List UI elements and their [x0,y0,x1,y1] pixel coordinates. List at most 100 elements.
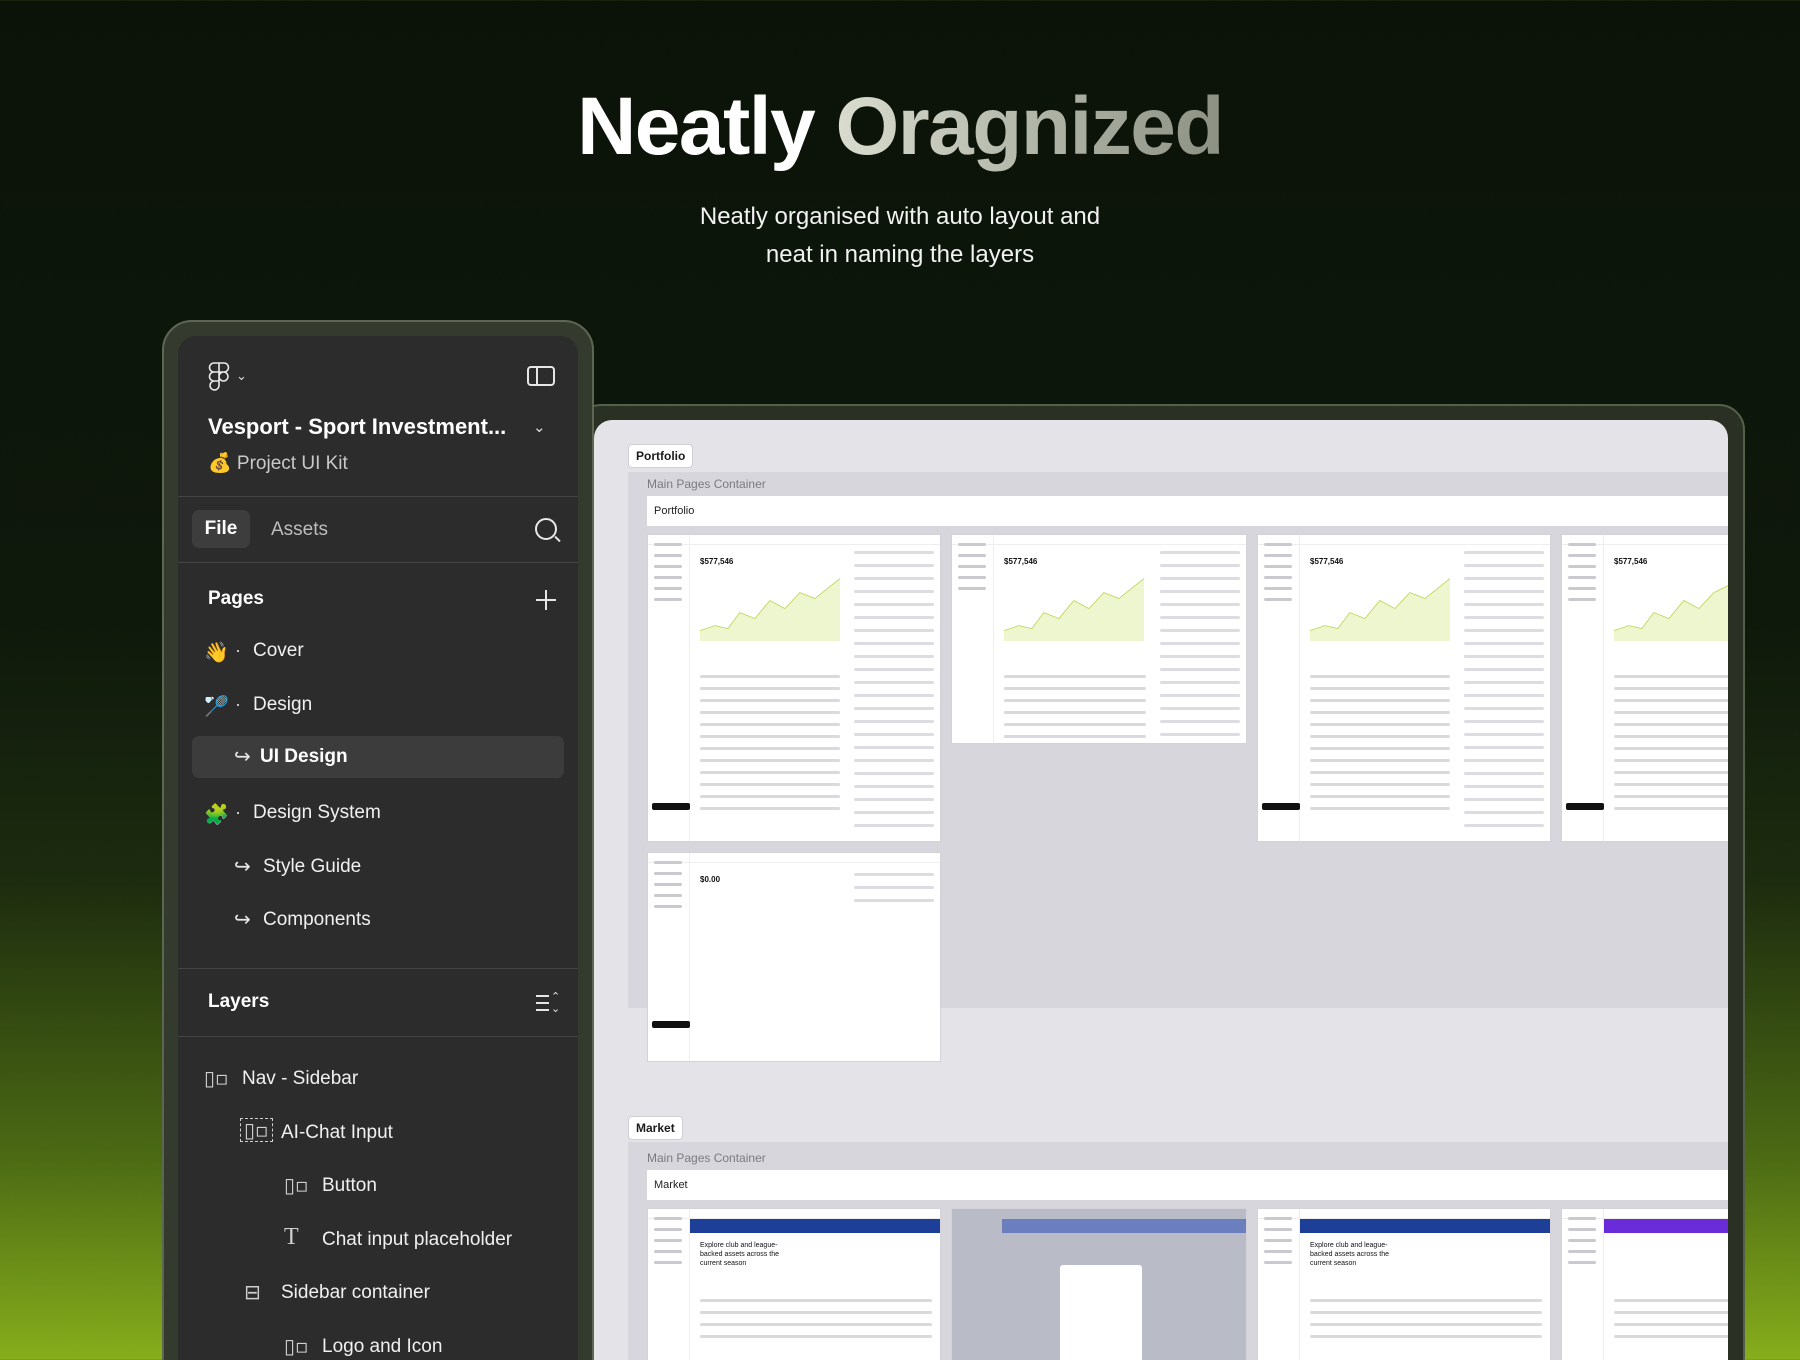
tab-file[interactable]: File [192,510,250,548]
screen-thumb-market-1[interactable]: Explore club and league-backed assets ac… [647,1208,941,1360]
thumb-topbar [648,1209,940,1219]
collapse-layers-icon[interactable]: ⌃ ⌄ [536,991,560,1015]
page-item-ui-design[interactable]: ↪ UI Design [192,736,564,778]
thumb-right-panel [1160,551,1240,743]
thumb-topbar [1258,1209,1550,1219]
thumb-chart [1004,578,1144,641]
thumb-table [700,675,840,819]
section-tag-market[interactable]: Market [628,1116,683,1140]
page-dot: · [235,802,241,822]
screen-thumb-portfolio-empty[interactable]: $0.00 [647,852,941,1062]
layer-item-button[interactable]: ▯▫ Button [178,1165,578,1209]
thumb-hero-text: Explore club and league-backed assets ac… [1310,1242,1389,1267]
thumb-sidebar [648,535,690,841]
screen-thumb-portfolio-3[interactable]: $577,546 [1257,534,1551,842]
layers-heading: Layers [208,991,270,1012]
search-icon[interactable] [535,518,557,540]
divider [178,562,578,563]
figma-sidebar-panel: ⌄ Vesport - Sport Investment... ⌄ 💰 Proj… [178,336,578,1360]
auto-layout-horizontal-icon: ▯▫ [284,1173,309,1197]
page-label: Design System [253,802,381,823]
thumb-accent-bar [1300,1219,1550,1233]
project-subtitle: 💰 Project UI Kit [208,453,348,474]
thumb-hero-text: Explore club and league-backed assets ac… [700,1242,779,1267]
thumb-right-panel [854,873,934,912]
text-icon: T [284,1224,299,1250]
layer-item-logo-and-icon[interactable]: ▯▫ Logo and Icon [178,1326,578,1360]
subpage-arrow-icon: ↪ [234,856,251,878]
screen-thumb-market-3[interactable] [1561,1208,1728,1360]
page-label: Design [253,694,313,715]
layer-item-sidebar-container[interactable]: ⊟ Sidebar container [178,1272,578,1316]
thumb-accent-bar [1604,1219,1728,1233]
chevron-down-icon[interactable]: ⌄ [236,368,247,384]
screen-thumb-portfolio-2[interactable]: $577,546 [951,534,1247,744]
page-item-cover[interactable]: 👋 · Cover [178,630,578,674]
hero-subtitle: Neatly organised with auto layout and ne… [0,198,1800,274]
thumb-accent-bar [1002,1219,1246,1233]
page-item-components[interactable]: ↪ Components [178,899,578,943]
page-dot: · [235,640,241,660]
project-title[interactable]: Vesport - Sport Investment... [208,414,506,440]
page-label: Cover [253,640,304,661]
layer-item-nav-sidebar[interactable]: ▯▫ Nav - Sidebar [178,1058,578,1102]
thumb-accent-bar [690,1219,940,1233]
screen-thumb-portfolio-4[interactable]: $577,546 [1561,534,1728,842]
thumb-sidebar [648,1209,690,1360]
container-bar-portfolio: Portfolio [647,496,1728,526]
thumb-sidebar [648,853,690,1061]
page-item-design[interactable]: 🏸 · Design [178,684,578,728]
container-label-market: Main Pages Container [647,1151,766,1165]
screen-thumb-market-modal[interactable] [951,1208,1247,1360]
page-item-style-guide[interactable]: ↪ Style Guide [178,846,578,890]
hero-title: Neatly Oragnized [0,80,1800,174]
project-menu-chevron-icon[interactable]: ⌄ [533,418,546,436]
thumb-balance: $577,546 [1004,557,1038,566]
layer-label: Button [322,1175,377,1196]
thumb-button [1262,803,1300,810]
figma-logo-icon[interactable] [208,362,230,392]
thumb-sidebar [1562,1209,1604,1360]
thumb-sidebar [1258,1209,1300,1360]
thumb-balance: $577,546 [1310,557,1344,566]
thumb-table [700,1299,932,1347]
puzzle-icon: 🧩 [204,804,229,826]
thumb-sidebar [1562,535,1604,841]
panel-toggle-icon[interactable] [527,366,555,386]
thumb-table [1614,675,1728,819]
tab-assets[interactable]: Assets [271,519,328,541]
thumb-topbar [648,853,940,863]
auto-layout-vertical-icon: ⊟ [244,1280,261,1304]
layer-label: AI-Chat Input [281,1122,393,1143]
page-label: UI Design [260,746,348,767]
thumb-empty-balance: $0.00 [700,875,721,884]
thumb-topbar [648,535,940,545]
thumb-table [1004,675,1146,743]
thumb-sidebar [1258,535,1300,841]
hero-subtitle-line2: neat in naming the layers [765,241,1035,268]
frame-auto-layout-icon: ▯▫ [240,1118,273,1142]
thumb-table [1614,1299,1728,1347]
layer-label: Logo and Icon [322,1336,443,1357]
thumb-chart [1310,578,1450,641]
layer-item-ai-chat-input[interactable]: ▯▫ AI-Chat Input [178,1112,578,1156]
page-item-design-system[interactable]: 🧩 · Design System [178,792,578,836]
pages-heading: Pages [208,588,264,609]
page-label: Style Guide [263,856,362,877]
thumb-modal [1060,1265,1142,1360]
container-label-portfolio: Main Pages Container [647,477,766,491]
thumb-sidebar [952,535,994,743]
screen-thumb-portfolio-1[interactable]: $577,546 [647,534,941,842]
page-dot: · [235,694,241,714]
auto-layout-horizontal-icon: ▯▫ [204,1066,229,1090]
section-tag-portfolio[interactable]: Portfolio [628,444,694,468]
figma-canvas[interactable]: Portfolio Main Pages Container Portfolio… [594,420,1728,1360]
layer-item-chat-input-placeholder[interactable]: T Chat input placeholder [178,1219,578,1263]
auto-layout-horizontal-icon: ▯▫ [284,1334,309,1358]
hero-subtitle-line1: Neatly organised with auto layout and [699,203,1101,230]
divider [178,1036,578,1037]
thumb-topbar [1258,535,1550,545]
add-page-plus-icon[interactable] [536,590,556,610]
screen-thumb-market-2[interactable]: Explore club and league-backed assets ac… [1257,1208,1551,1360]
layer-label: Sidebar container [281,1282,430,1303]
